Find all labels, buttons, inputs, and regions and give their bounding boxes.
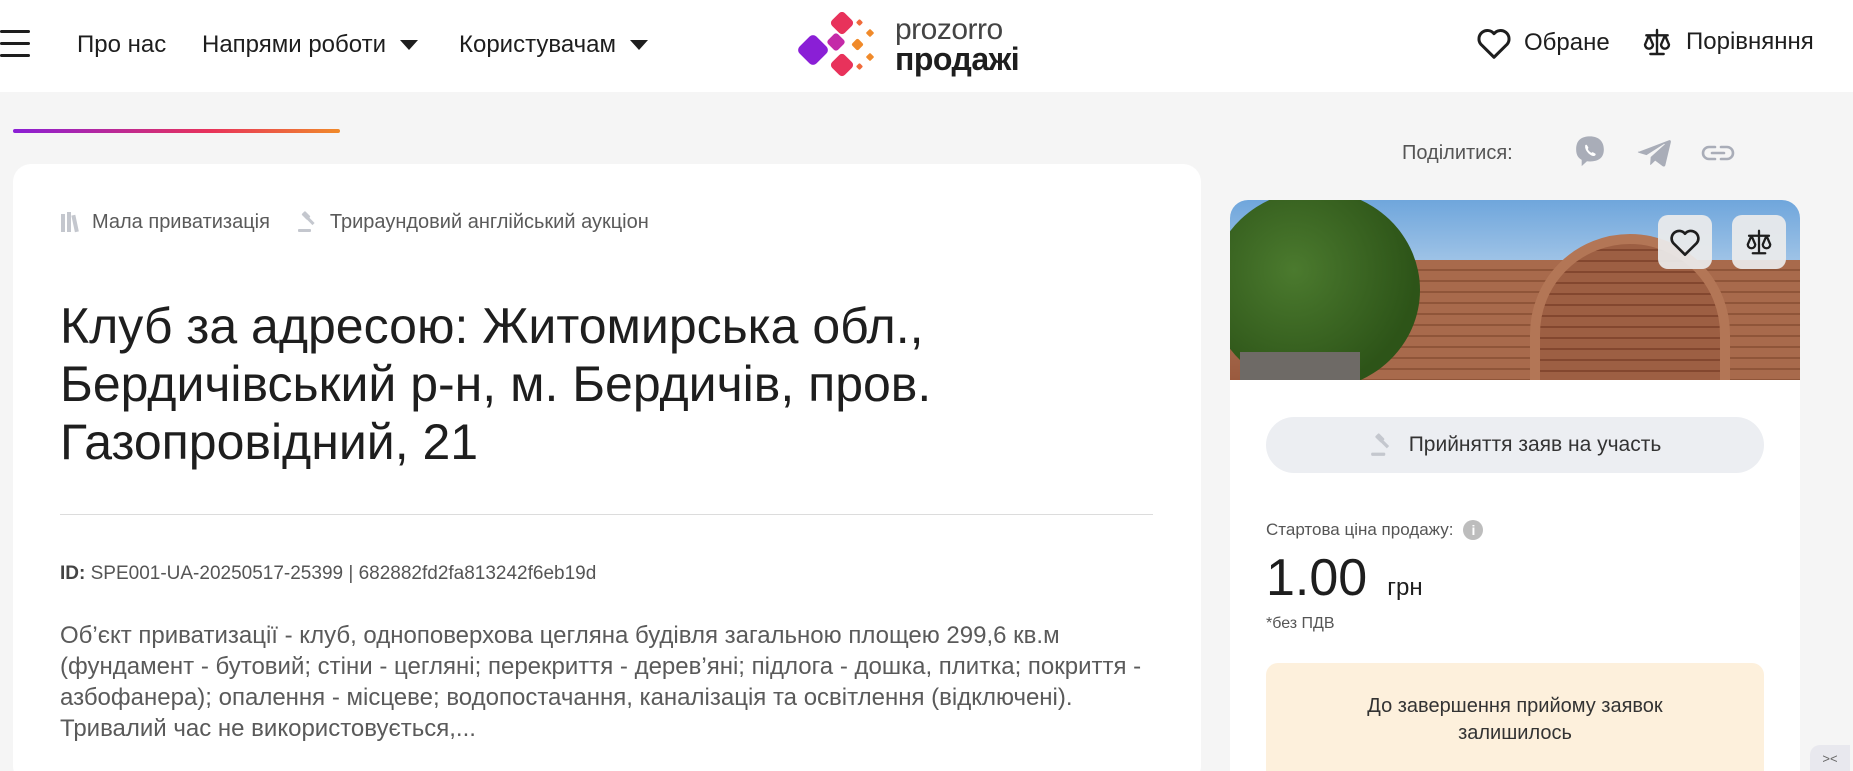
start-price: 1.00 грн [1266,548,1423,608]
compare-link[interactable]: Порівняння [1640,26,1814,58]
photo-roof [1240,352,1360,380]
nav-users-label: Користувачам [459,31,616,58]
tag-label: Трираундовий англійський аукціон [329,210,649,233]
nav-about-label: Про нас [77,31,167,58]
vat-note: *без ПДВ [1266,615,1335,632]
viber-share-button[interactable] [1571,134,1609,172]
copy-link-button[interactable] [1699,134,1737,172]
prozorro-logo-icon [798,12,874,77]
tag-label: Мала приватизація [92,210,270,233]
lot-main-card: Мала приватизація Трираундовий англійськ… [13,164,1201,771]
accent-progress-bar [13,129,340,133]
gavel-icon [297,211,315,232]
auction-status-label: Прийняття заяв на участь [1408,433,1662,456]
nav-users[interactable]: Користувачам [459,31,648,59]
nav-directions-label: Напрями роботи [202,31,386,58]
start-price-label-text: Стартова ціна продажу: [1266,520,1454,539]
price-currency: грн [1387,574,1423,601]
tag-small-privatization: Мала приватизація [60,211,270,234]
tag-auction-type: Трираундовий англійський аукціон [296,210,649,234]
auction-status-badge: Прийняття заяв на участь [1266,417,1764,473]
favorites-link[interactable]: Обране [1476,26,1610,60]
heart-icon [1670,229,1700,256]
lot-id: ID: SPE001-UA-20250517-25399 | 682882fd2… [60,563,596,585]
gavel-icon [1370,433,1389,456]
viber-icon [1575,136,1604,167]
logo-bottom-text: продажі [895,41,1020,77]
link-icon [1701,145,1735,161]
scales-icon [1643,28,1671,56]
site-header: Про нас Напрями роботи Користувачам proz… [0,0,1853,92]
chevron-down-icon [399,40,418,50]
lot-description: Об’єкт приватизації - клуб, одноповерхов… [60,622,1142,742]
timer-text: До завершення прийому заявок залишилось [1367,695,1663,744]
share-bar: Поділитися: [1402,134,1763,172]
telegram-icon [1637,140,1671,167]
compare-label: Порівняння [1686,28,1814,55]
nav-directions[interactable]: Напрями роботи [202,31,418,59]
scales-icon [1746,229,1772,255]
price-value: 1.00 [1266,549,1368,607]
lot-side-card: Прийняття заяв на участь Стартова ціна п… [1230,200,1800,771]
lot-photo[interactable] [1230,200,1800,380]
logo-text: prozorro продажі [895,15,1020,77]
add-to-favorites-button[interactable] [1658,215,1712,269]
books-icon [61,212,79,233]
info-icon[interactable]: i [1463,520,1484,540]
application-timer: До завершення прийому заявок залишилось [1266,663,1764,771]
divider [60,514,1153,515]
lot-id-value: SPE001-UA-20250517-25399 | 682882fd2fa81… [90,563,597,584]
collapse-toggle-icon[interactable]: >< [1810,745,1850,771]
telegram-share-button[interactable] [1635,134,1673,172]
heart-icon [1477,29,1511,59]
menu-burger-icon[interactable] [0,30,30,58]
start-price-label: Стартова ціна продажу: i [1266,520,1484,540]
lot-id-label: ID: [60,563,86,584]
add-to-compare-button[interactable] [1732,215,1786,269]
favorites-label: Обране [1524,29,1610,56]
lot-title: Клуб за адресою: Житомирська обл., Берди… [60,298,932,470]
chevron-down-icon [630,40,648,50]
lot-tags: Мала приватизація Трираундовий англійськ… [60,210,649,234]
nav-about[interactable]: Про нас [77,31,166,59]
share-label: Поділитися: [1402,141,1513,164]
prozorro-logo[interactable]: prozorro продажі [795,12,1020,78]
